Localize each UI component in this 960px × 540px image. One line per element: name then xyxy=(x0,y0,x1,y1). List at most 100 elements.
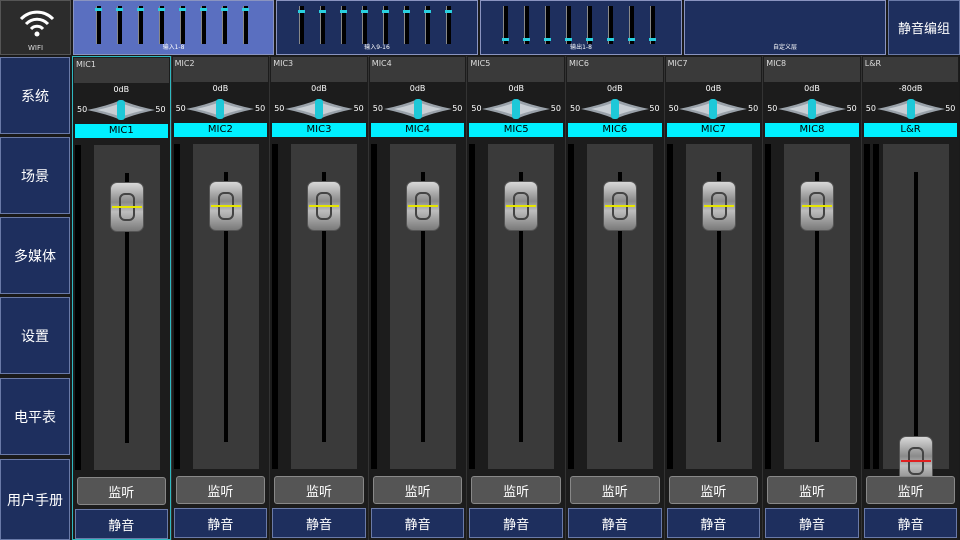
bank-input-9-16[interactable]: 输入9-16 xyxy=(276,0,478,55)
channel-label[interactable]: MIC3 xyxy=(272,123,366,137)
fader-handle[interactable] xyxy=(800,181,835,231)
bank-mini-fader-knob xyxy=(445,10,452,13)
level-meter xyxy=(370,144,377,469)
pan-knob-icon[interactable] xyxy=(876,97,945,121)
pan-knob-icon[interactable] xyxy=(482,97,551,121)
pan-knob-icon[interactable] xyxy=(777,97,846,121)
bank-mini-fader xyxy=(200,6,207,44)
channel-label[interactable]: MIC2 xyxy=(173,123,268,137)
bank-input-1-8[interactable]: 输入1-8 xyxy=(73,0,274,55)
listen-button[interactable]: 监听 xyxy=(865,476,956,504)
wifi-icon xyxy=(19,10,55,37)
bank-mini-fader-knob xyxy=(179,8,186,11)
bank-mini-fader xyxy=(424,6,431,44)
pan-knob-icon[interactable] xyxy=(284,97,353,121)
mute-button[interactable]: 静音 xyxy=(272,508,366,538)
fader-panel xyxy=(587,144,653,469)
bank-mini-fader xyxy=(445,6,452,44)
pan-left-value: 50 xyxy=(865,104,876,113)
mute-button[interactable]: 静音 xyxy=(666,508,761,538)
bank-mini-fader xyxy=(502,6,509,44)
channel-strip: MIC5 0dB 50 50 MIC5 监听 静音 xyxy=(466,56,565,540)
channel-label[interactable]: MIC8 xyxy=(765,123,859,137)
listen-button[interactable]: 监听 xyxy=(175,476,266,504)
sidebar-item-user-manual[interactable]: 用户手册 xyxy=(0,459,70,540)
sidebar-item-scene[interactable]: 场景 xyxy=(0,137,70,214)
fader-handle-line xyxy=(802,205,833,207)
fader-handle[interactable] xyxy=(504,181,539,231)
fader-handle[interactable] xyxy=(405,181,440,231)
bank-mini-fader xyxy=(607,6,614,44)
mute-button[interactable]: 静音 xyxy=(765,508,859,538)
bank-mini-fader-knob xyxy=(502,38,509,41)
channel-name: L&R xyxy=(862,57,959,82)
fader-handle[interactable] xyxy=(110,182,144,232)
sidebar-item-level-meter[interactable]: 电平表 xyxy=(0,378,70,455)
bank-mini-fader-knob xyxy=(340,10,347,13)
listen-button[interactable]: 监听 xyxy=(668,476,759,504)
fader-handle-line xyxy=(407,205,438,207)
mute-button[interactable]: 静音 xyxy=(568,508,662,538)
channel-label[interactable]: MIC6 xyxy=(568,123,662,137)
pan-right-value: 50 xyxy=(748,104,759,113)
fader-handle-line xyxy=(703,205,734,207)
channel-label[interactable]: MIC1 xyxy=(75,124,168,138)
pan-knob-icon[interactable] xyxy=(383,97,452,121)
listen-button[interactable]: 监听 xyxy=(570,476,660,504)
fader-handle[interactable] xyxy=(307,181,342,231)
channel-db-readout: 0dB xyxy=(804,84,820,93)
fader-handle[interactable] xyxy=(701,181,736,231)
fader-track[interactable] xyxy=(913,172,918,442)
pan-knob-icon[interactable] xyxy=(679,97,748,121)
channel-db-readout: -80dB xyxy=(898,84,923,93)
mute-button[interactable]: 静音 xyxy=(173,508,268,538)
listen-button[interactable]: 监听 xyxy=(77,477,166,505)
sidebar-item-settings[interactable]: 设置 xyxy=(0,297,70,374)
mute-group-button[interactable]: 静音编组 xyxy=(888,0,960,55)
sidebar-item-system[interactable]: 系统 xyxy=(0,57,70,134)
channel-name: MIC6 xyxy=(567,57,663,82)
mute-button[interactable]: 静音 xyxy=(863,508,958,538)
mute-button[interactable]: 静音 xyxy=(370,508,465,538)
listen-button[interactable]: 监听 xyxy=(767,476,857,504)
wifi-label: WIFI xyxy=(27,44,44,52)
bank-mini-fader-knob xyxy=(628,38,635,41)
bank-mini-fader-knob xyxy=(242,8,249,11)
listen-button[interactable]: 监听 xyxy=(372,476,463,504)
pan-right-value: 50 xyxy=(353,104,364,113)
channel-strip: MIC8 0dB 50 50 MIC8 监听 静音 xyxy=(762,56,861,540)
pan-right-value: 50 xyxy=(452,104,463,113)
mute-button[interactable]: 静音 xyxy=(469,508,563,538)
bank-mini-fader xyxy=(361,6,368,44)
bank-custom-layer[interactable]: 自定义层 xyxy=(684,0,886,55)
fader-handle-line xyxy=(309,205,340,207)
bank-output-1-8[interactable]: 输出1-8 xyxy=(480,0,682,55)
sidebar-item-multimedia[interactable]: 多媒体 xyxy=(0,217,70,294)
listen-button[interactable]: 监听 xyxy=(471,476,561,504)
channel-label[interactable]: MIC7 xyxy=(666,123,761,137)
level-meter xyxy=(272,144,279,469)
fader-handle[interactable] xyxy=(603,181,637,231)
pan-knob-icon[interactable] xyxy=(186,97,255,121)
mute-button[interactable]: 静音 xyxy=(75,509,168,539)
fader-handle[interactable] xyxy=(208,181,243,231)
listen-button[interactable]: 监听 xyxy=(274,476,364,504)
pan-knob-icon[interactable] xyxy=(87,98,156,122)
bank-mini-fader xyxy=(116,6,123,44)
bank-mini-fader xyxy=(403,6,410,44)
channel-label[interactable]: L&R xyxy=(863,123,958,137)
fader-panel xyxy=(389,144,456,469)
bank-mini-fader-knob xyxy=(382,10,389,13)
bank-mini-fader-knob xyxy=(607,38,614,41)
channel-strip: MIC2 0dB 50 50 MIC2 监听 静音 xyxy=(170,56,270,540)
channel-label[interactable]: MIC4 xyxy=(370,123,465,137)
wifi-status[interactable]: WIFI xyxy=(0,0,71,55)
pan-knob-icon[interactable] xyxy=(580,97,649,121)
fader-panel xyxy=(94,145,160,470)
bank-mini-fader xyxy=(137,6,144,44)
channel-label[interactable]: MIC5 xyxy=(469,123,563,137)
fader-handle-line xyxy=(506,205,537,207)
bank-mini-fader xyxy=(382,6,389,44)
bank-mini-fader-knob xyxy=(200,8,207,11)
bank-mini-fader-knob xyxy=(403,10,410,13)
